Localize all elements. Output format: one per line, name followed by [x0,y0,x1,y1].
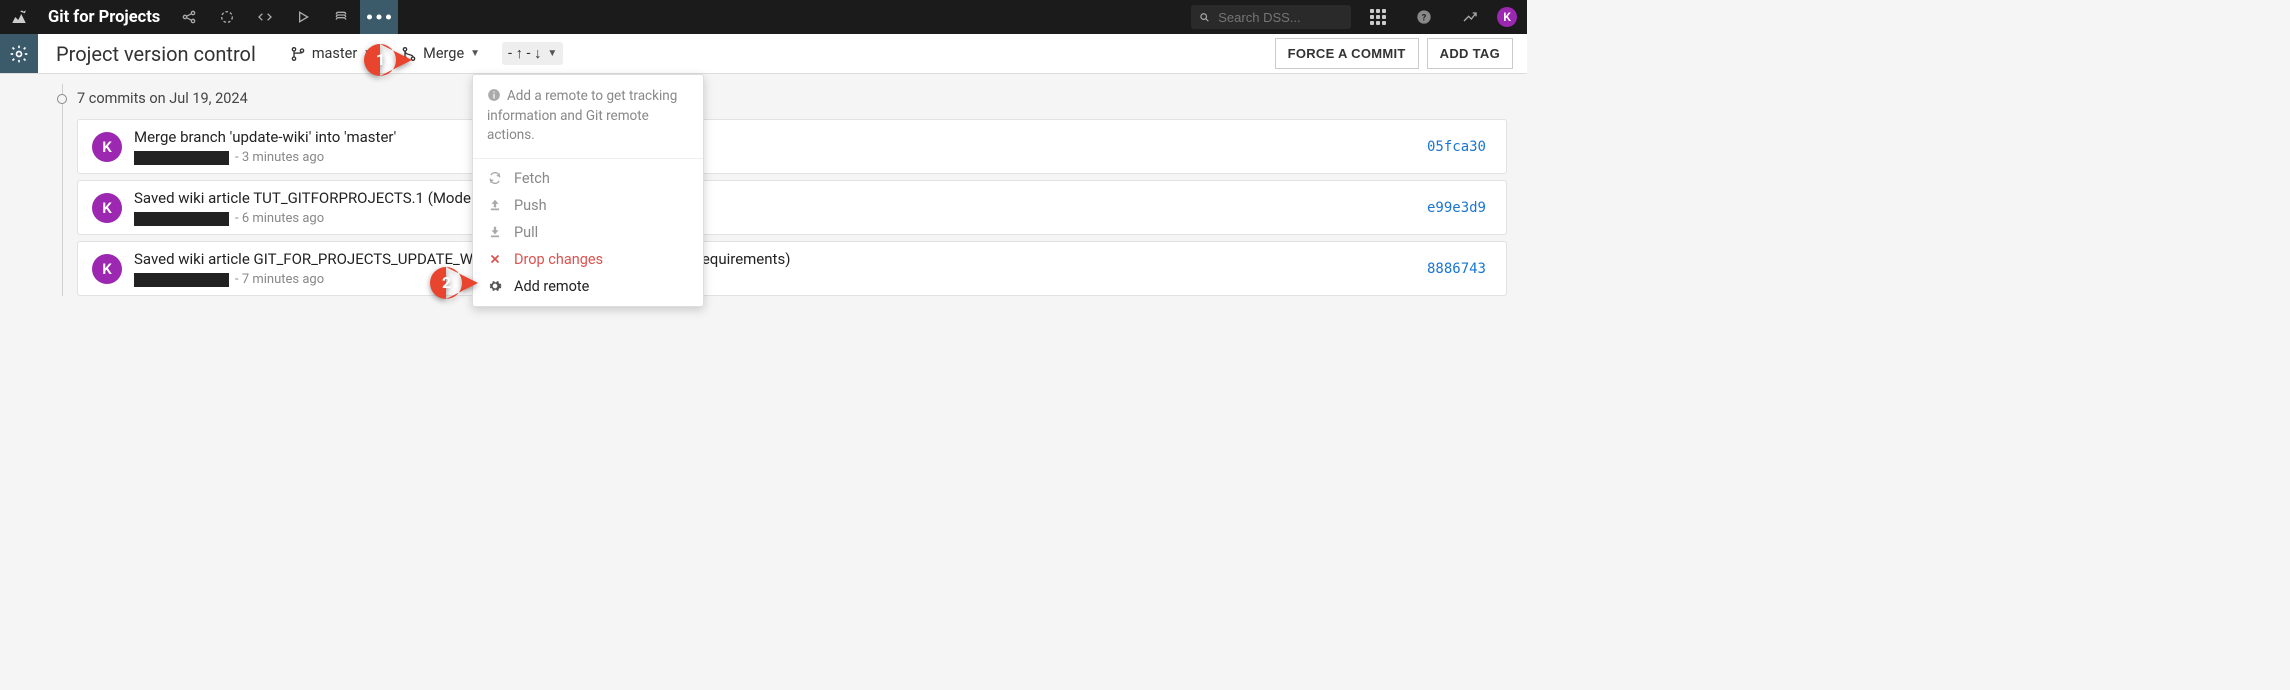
stack-icon[interactable] [322,0,360,34]
commit-meta: - 6 minutes ago [134,211,1409,226]
settings-gear-icon[interactable] [0,34,38,73]
commit-time: - 6 minutes ago [235,211,324,226]
code-icon[interactable] [246,0,284,34]
commit-main: Saved wiki article GIT_FOR_PROJECTS_UPDA… [134,250,1409,287]
push-pull-button[interactable]: - ↑ - ↓ ▼ [502,42,563,65]
page-body: 7 commits on Jul 19, 2024 K Merge branch… [0,74,1527,312]
sub-header-right: FORCE A COMMIT ADD TAG [1275,38,1527,69]
redacted-author [134,273,229,287]
commit-row[interactable]: K Merge branch 'update-wiki' into 'maste… [77,119,1507,174]
merge-label: Merge [423,45,464,62]
more-menu-button[interactable] [360,0,398,34]
dropdown-items: Fetch Push Pull Drop changes Add remote [473,159,703,306]
commit-hash[interactable]: 05fca30 [1421,135,1492,159]
search-input[interactable] [1218,10,1343,25]
commit-avatar: K [92,193,122,223]
download-icon [487,225,502,239]
commit-message: Merge branch 'update-wiki' into 'master' [134,128,1409,146]
top-nav-right: ? K [1191,0,1527,34]
chevron-down-icon: ▼ [547,48,557,59]
project-name[interactable]: Git for Projects [38,8,170,27]
dropdown-item-label: Add remote [514,278,589,295]
dropdown-drop-changes[interactable]: Drop changes [473,246,703,273]
push-pull-label: - ↑ - ↓ [508,45,541,62]
dropdown-info-text: Add a remote to get tracking information… [487,88,677,143]
sub-controls: master ▼ Merge ▼ - ↑ - ↓ ▼ [284,42,563,65]
svg-text:?: ? [1422,12,1427,23]
callout-marker-1: 1 [364,44,412,76]
commit-meta: - 7 minutes ago [134,272,1409,287]
user-avatar[interactable]: K [1497,7,1517,27]
callout-label: 1 [376,50,385,69]
page-title: Project version control [38,42,274,66]
search-box[interactable] [1191,5,1351,29]
dropdown-pull[interactable]: Pull [473,219,703,246]
dropdown-add-remote[interactable]: Add remote [473,273,703,300]
commit-message: Saved wiki article GIT_FOR_PROJECTS_UPDA… [134,250,1409,268]
force-commit-button[interactable]: FORCE A COMMIT [1275,38,1419,69]
commit-meta: - 3 minutes ago [134,150,1409,165]
dropdown-fetch[interactable]: Fetch [473,165,703,192]
dropdown-item-label: Fetch [514,170,550,187]
commit-main: Saved wiki article TUT_GITFORPROJECTS.1 … [134,189,1409,226]
top-nav-left: Git for Projects [0,0,398,34]
trend-icon[interactable] [1451,0,1489,34]
dropdown-item-label: Push [514,197,547,214]
circle-dashed-icon[interactable] [208,0,246,34]
dropdown-item-label: Drop changes [514,251,603,268]
callout-marker-2: 2 [430,267,478,299]
top-nav: Git for Projects ? [0,0,1527,34]
redacted-author [134,151,229,165]
commit-message: Saved wiki article TUT_GITFORPROJECTS.1 … [134,189,1409,207]
help-icon[interactable]: ? [1405,0,1443,34]
commit-avatar: K [92,254,122,284]
branch-icon [290,46,306,62]
commit-time: - 3 minutes ago [235,150,324,165]
branch-label: master [312,45,357,62]
refresh-icon [487,171,502,185]
redacted-author [134,212,229,226]
add-tag-button[interactable]: ADD TAG [1427,38,1513,69]
commit-timeline: 7 commits on Jul 19, 2024 K Merge branch… [62,84,1507,296]
chevron-down-icon: ▼ [470,48,480,59]
upload-icon [487,198,502,212]
commit-row[interactable]: K Saved wiki article GIT_FOR_PROJECTS_UP… [77,241,1507,296]
share-icon[interactable] [170,0,208,34]
info-icon [487,88,501,102]
commit-row[interactable]: K Saved wiki article TUT_GITFORPROJECTS.… [77,180,1507,235]
commits-date-header: 7 commits on Jul 19, 2024 [63,88,1507,113]
commit-time: - 7 minutes ago [235,272,324,287]
gear-icon [487,279,502,293]
commit-main: Merge branch 'update-wiki' into 'master'… [134,128,1409,165]
dropdown-item-label: Pull [514,224,538,241]
search-icon [1199,11,1210,24]
apps-grid-icon[interactable] [1359,0,1397,34]
commit-hash[interactable]: e99e3d9 [1421,196,1492,220]
git-actions-dropdown: Add a remote to get tracking information… [472,74,704,307]
commit-hash[interactable]: 8886743 [1421,257,1492,281]
commit-avatar: K [92,132,122,162]
sub-header: Project version control master ▼ Merge ▼… [0,34,1527,74]
dropdown-info: Add a remote to get tracking information… [473,75,703,159]
content: 7 commits on Jul 19, 2024 K Merge branch… [38,74,1527,312]
left-gutter [0,74,38,312]
logo-icon[interactable] [0,0,38,34]
callout-label: 2 [442,273,451,292]
play-icon[interactable] [284,0,322,34]
close-icon [487,253,502,265]
dropdown-push[interactable]: Push [473,192,703,219]
